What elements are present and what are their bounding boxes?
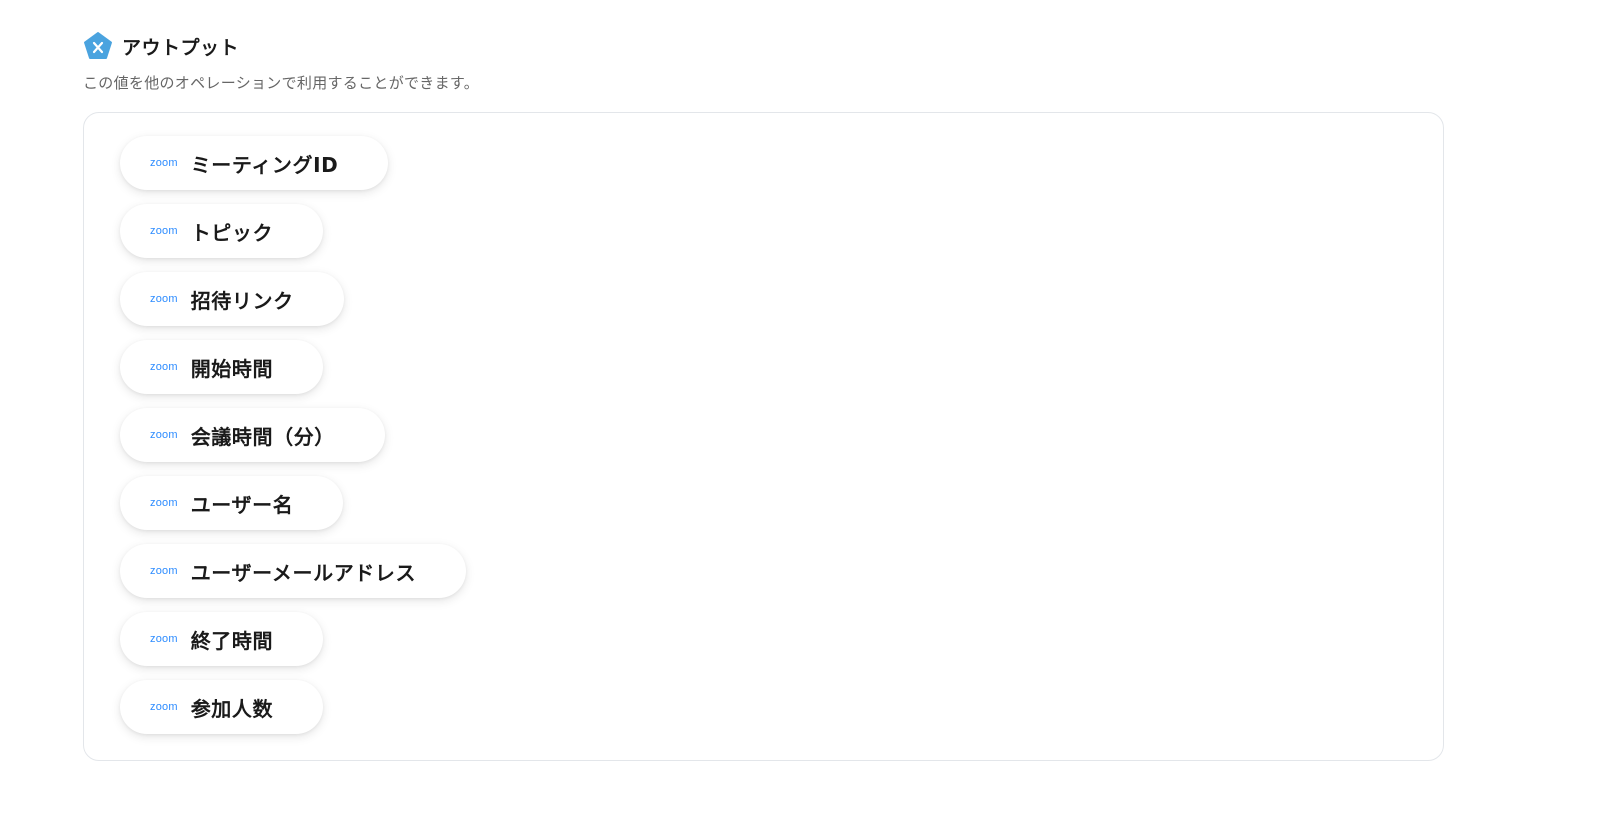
output-chip-list: zoom ミーティングID zoom トピック zoom 招待リンク zoom … bbox=[120, 136, 467, 734]
output-section: アウトプット この値を他のオペレーションで利用することができます。 zoom ミ… bbox=[83, 30, 1446, 761]
output-title: アウトプット bbox=[122, 36, 240, 59]
output-chip-label: ユーザー名 bbox=[190, 492, 294, 517]
output-description: この値を他のオペレーションで利用することができます。 bbox=[83, 74, 480, 92]
output-chip-invite-link[interactable]: zoom 招待リンク bbox=[120, 272, 344, 326]
output-chip-label: 会議時間（分） bbox=[190, 424, 335, 449]
output-chip-topic[interactable]: zoom トピック bbox=[120, 204, 324, 258]
output-values-box: zoom ミーティングID zoom トピック zoom 招待リンク zoom … bbox=[83, 112, 1444, 761]
output-chip-label: 招待リンク bbox=[190, 288, 294, 313]
zoom-logo-icon: zoom bbox=[150, 156, 178, 169]
zoom-logo-icon: zoom bbox=[150, 496, 178, 509]
zoom-logo-icon: zoom bbox=[150, 428, 178, 441]
zoom-logo-icon: zoom bbox=[150, 292, 178, 305]
zoom-logo-icon: zoom bbox=[150, 564, 178, 577]
zoom-logo-icon: zoom bbox=[150, 224, 178, 237]
output-chip-label: ユーザーメールアドレス bbox=[190, 560, 417, 585]
output-chip-end-time[interactable]: zoom 終了時間 bbox=[120, 612, 324, 666]
zoom-logo-icon: zoom bbox=[150, 360, 178, 373]
output-header: アウトプット bbox=[83, 30, 1446, 62]
output-chip-label: 開始時間 bbox=[190, 356, 274, 381]
output-chip-meeting-id[interactable]: zoom ミーティングID bbox=[120, 136, 389, 190]
output-chip-user-email[interactable]: zoom ユーザーメールアドレス bbox=[120, 544, 467, 598]
output-chip-user-name[interactable]: zoom ユーザー名 bbox=[120, 476, 344, 530]
output-chip-label: 参加人数 bbox=[190, 696, 274, 721]
output-chip-label: ミーティングID bbox=[190, 152, 339, 177]
zoom-logo-icon: zoom bbox=[150, 632, 178, 645]
output-chip-label: 終了時間 bbox=[190, 628, 274, 653]
yoom-pentagon-icon bbox=[83, 31, 113, 61]
output-chip-participant-count[interactable]: zoom 参加人数 bbox=[120, 680, 324, 734]
zoom-logo-icon: zoom bbox=[150, 700, 178, 713]
output-chip-label: トピック bbox=[190, 220, 274, 245]
output-chip-start-time[interactable]: zoom 開始時間 bbox=[120, 340, 324, 394]
output-chip-duration[interactable]: zoom 会議時間（分） bbox=[120, 408, 385, 462]
